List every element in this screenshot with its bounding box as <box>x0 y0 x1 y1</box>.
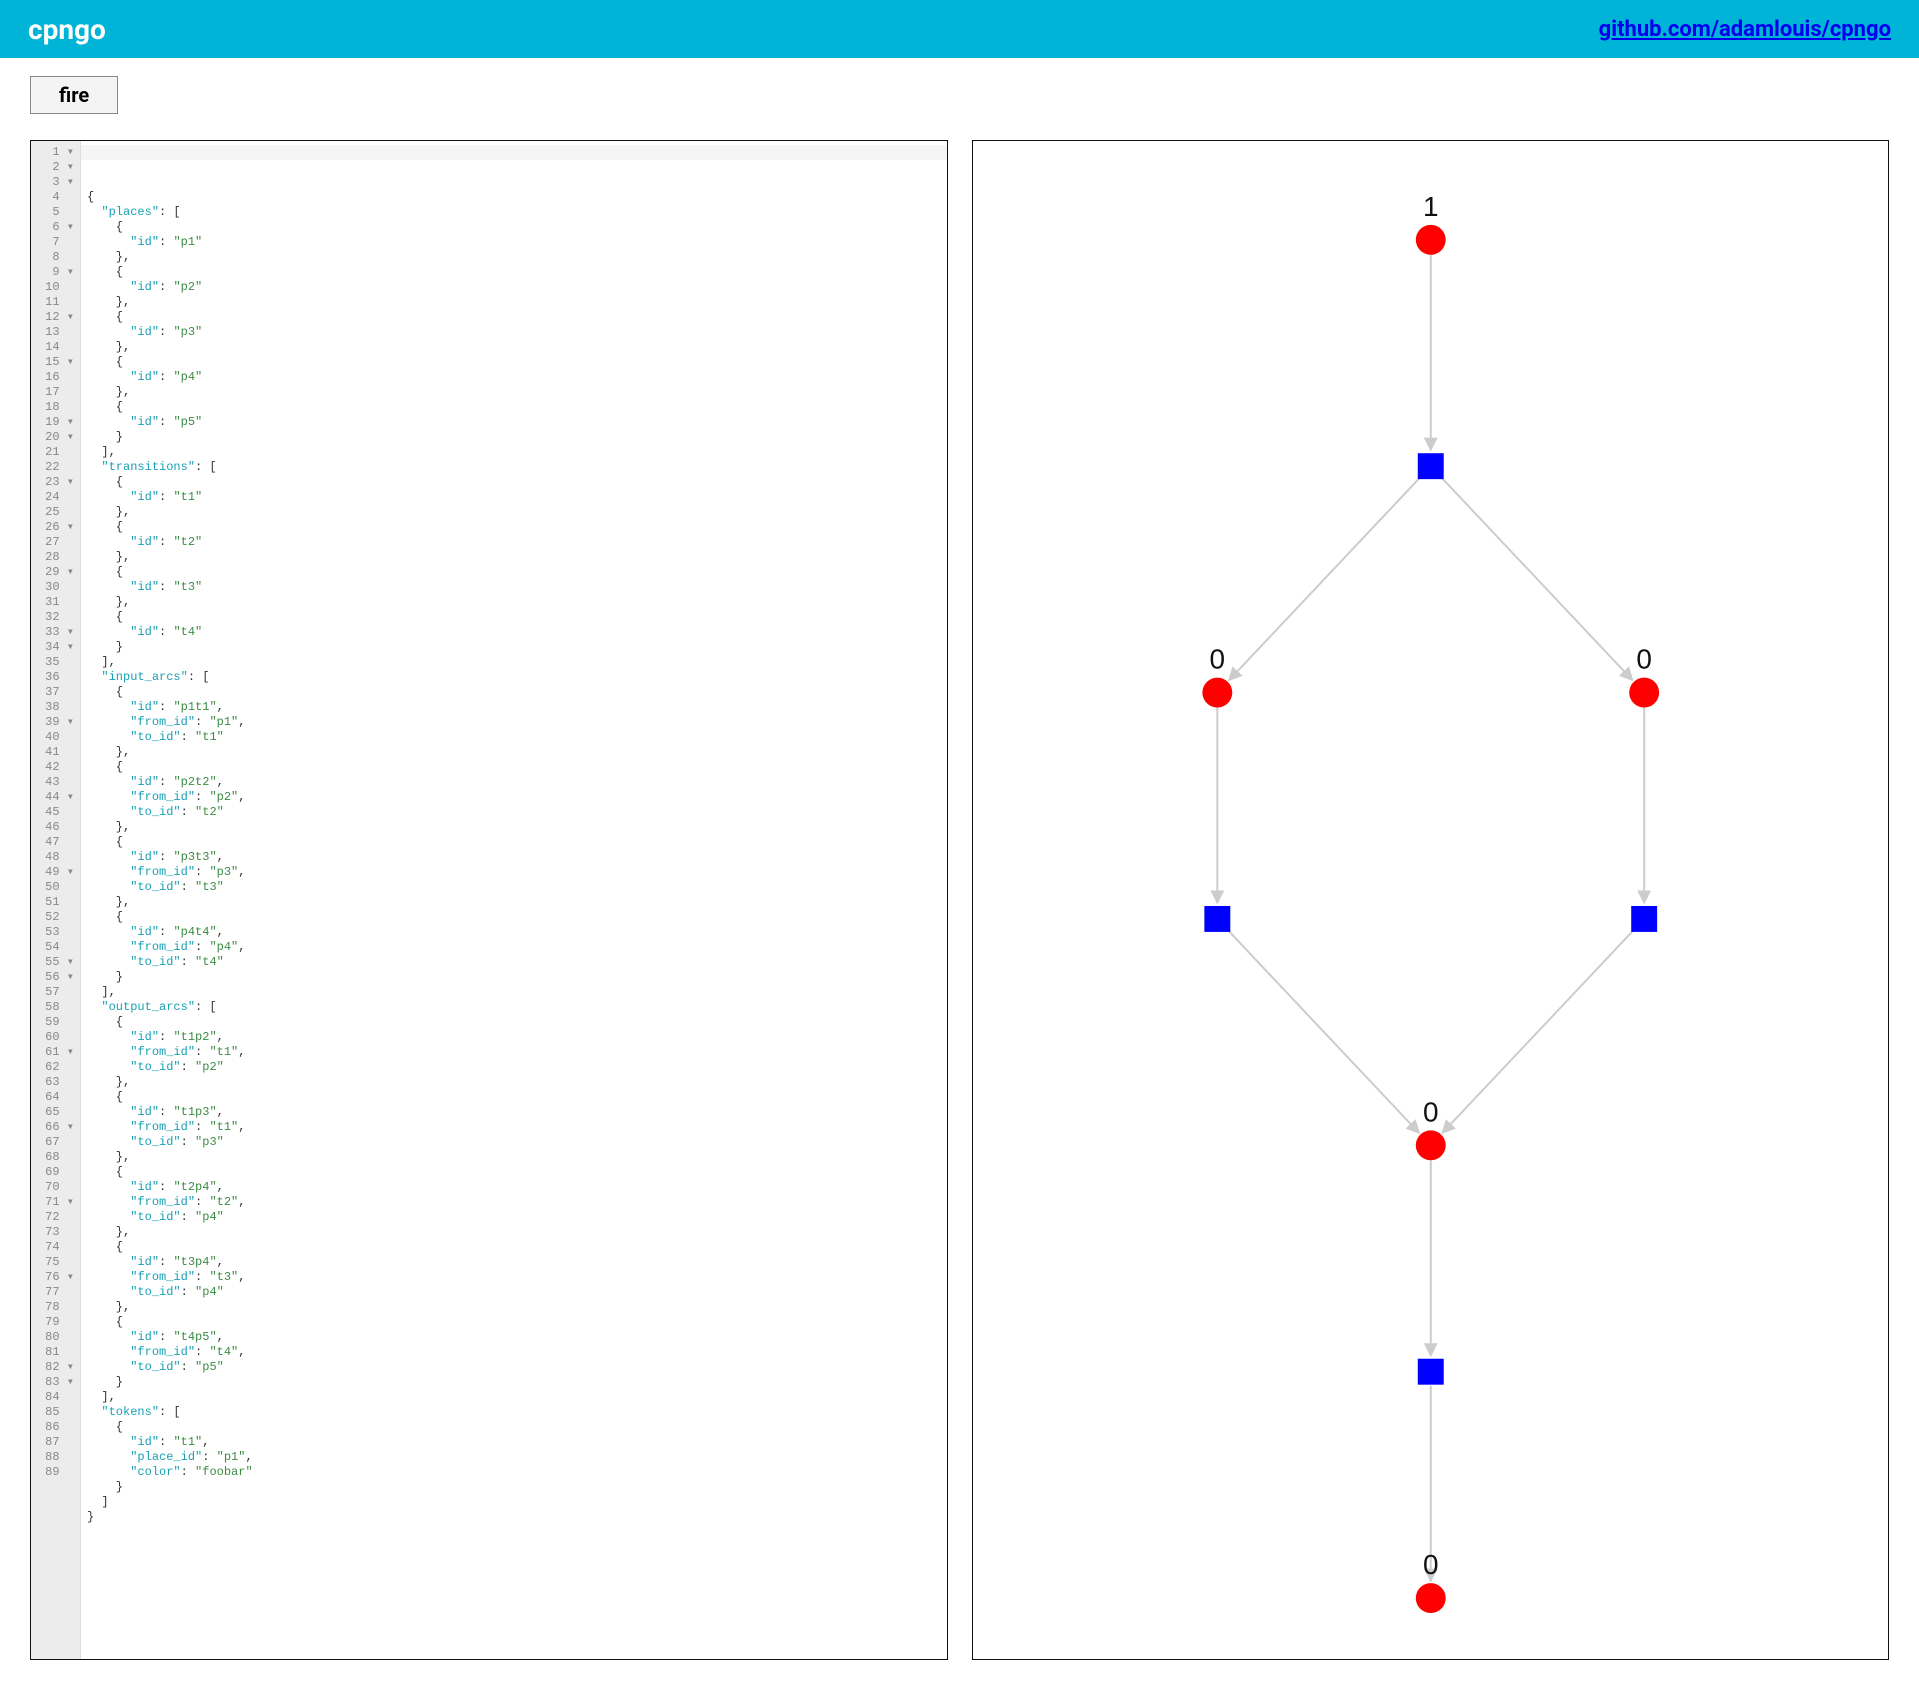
transition-node[interactable] <box>1417 1359 1443 1385</box>
place-token-count: 0 <box>1422 1549 1438 1580</box>
transition-node[interactable] <box>1631 906 1657 932</box>
transition-node[interactable] <box>1417 453 1443 479</box>
code-editor[interactable]: 1 ▾ 2 ▾ 3 ▾ 4 5 6 ▾ 7 8 9 ▾ 10 11 12 ▾ 1… <box>30 140 948 1660</box>
petri-net-graph[interactable]: 1 0 0 0 0 <box>973 141 1889 1659</box>
line-number-gutter: 1 ▾ 2 ▾ 3 ▾ 4 5 6 ▾ 7 8 9 ▾ 10 11 12 ▾ 1… <box>31 141 81 1659</box>
place-token-count: 0 <box>1209 644 1225 675</box>
main-panels: 1 ▾ 2 ▾ 3 ▾ 4 5 6 ▾ 7 8 9 ▾ 10 11 12 ▾ 1… <box>0 124 1919 1690</box>
place-token-count: 1 <box>1422 191 1438 222</box>
place-node[interactable] <box>1415 225 1445 255</box>
fire-button[interactable]: fire <box>30 76 118 114</box>
arc <box>1440 476 1632 680</box>
arc <box>1228 476 1420 680</box>
place-node[interactable] <box>1202 678 1232 708</box>
place-node[interactable] <box>1629 678 1659 708</box>
place-token-count: 0 <box>1422 1096 1438 1127</box>
app-header: cpngo github.com/adamlouis/cpngo <box>0 0 1919 58</box>
transition-node[interactable] <box>1204 906 1230 932</box>
arc <box>1226 929 1418 1133</box>
arc <box>1442 929 1634 1133</box>
graph-panel: 1 0 0 0 0 <box>972 140 1890 1660</box>
app-title: cpngo <box>28 13 106 46</box>
toolbar: fire <box>0 58 1919 124</box>
code-content[interactable]: { "places": [ { "id": "p1" }, { "id": "p… <box>81 141 947 1659</box>
place-node[interactable] <box>1415 1583 1445 1613</box>
place-token-count: 0 <box>1636 644 1652 675</box>
github-link[interactable]: github.com/adamlouis/cpngo <box>1599 17 1891 42</box>
place-node[interactable] <box>1415 1130 1445 1160</box>
active-line-highlight <box>81 145 947 160</box>
